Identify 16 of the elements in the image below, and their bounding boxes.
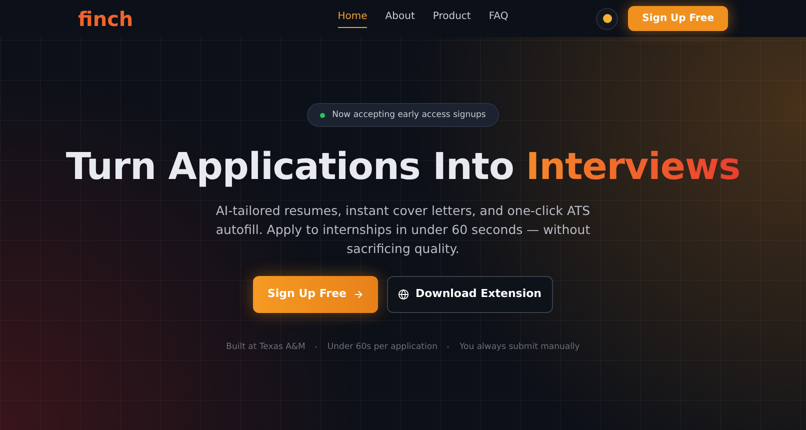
download-extension-button[interactable]: Download Extension [387,276,553,313]
fact-text: You always submit manually [459,341,580,354]
theme-toggle[interactable] [596,8,618,30]
nav-link[interactable]: Home [338,9,368,28]
nav-link[interactable]: Product [432,9,471,28]
nav-link[interactable]: FAQ [488,9,508,28]
headline: Turn Applications Into [66,144,514,190]
nav-link[interactable]: About [385,9,415,28]
globe-icon [398,289,410,300]
sun-icon [602,14,612,23]
subtitle: AI-tailored resumes, instant cover letters, and one-click ATS autofill. Apply to internships in under 60 seconds — without sacrificing quality. [214,202,592,258]
arrow-right-icon [352,289,364,300]
logo[interactable]: finch [78,4,278,34]
fact-text: Built at Texas A&M [226,341,306,354]
fact-text: Under 60s per application [327,341,438,354]
badge-text: Now accepting early access signups [332,108,486,122]
